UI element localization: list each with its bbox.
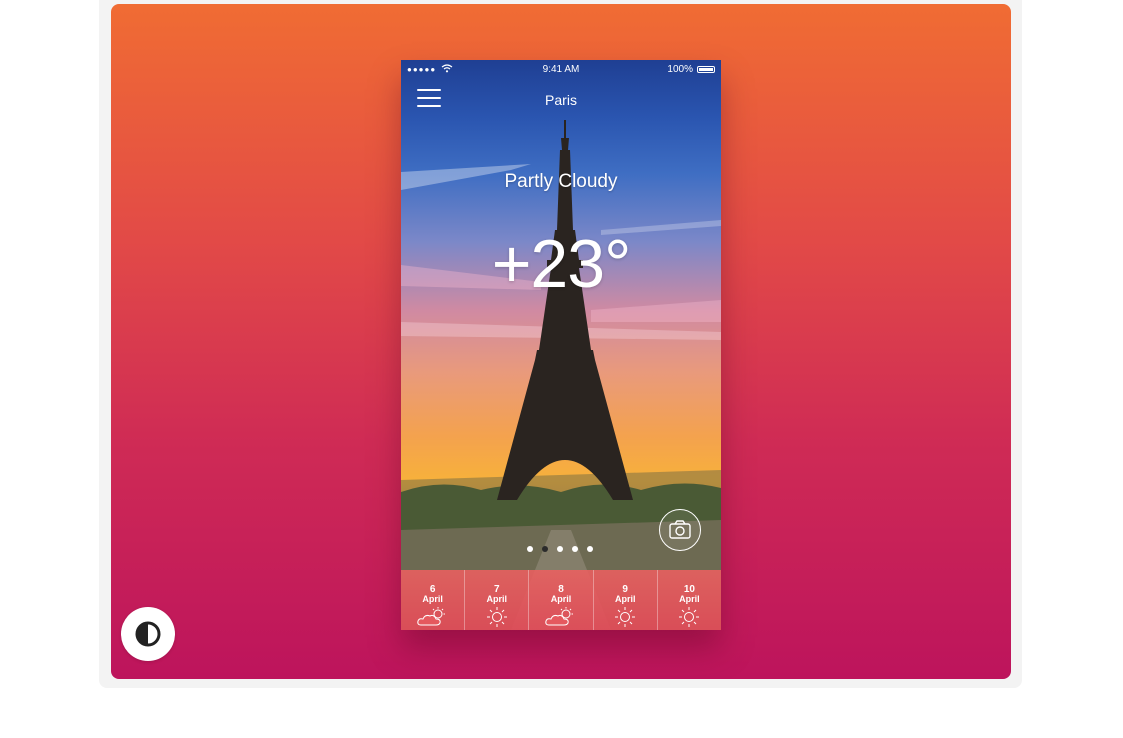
weather-condition: Partly Cloudy [504, 171, 618, 192]
page-dot-active[interactable] [542, 546, 548, 552]
partly-cloudy-icon [545, 607, 573, 626]
sun-icon [486, 607, 507, 627]
forecast-day[interactable]: 10 April [658, 570, 721, 630]
city-title: Paris [545, 92, 577, 108]
camera-icon [669, 520, 691, 539]
page-dot[interactable] [527, 546, 533, 552]
page-dot[interactable] [587, 546, 593, 552]
sun-icon [679, 607, 700, 627]
contrast-icon [135, 621, 161, 647]
forecast-day[interactable]: 7 April [465, 570, 530, 630]
forecast-day[interactable]: 8 April [529, 570, 594, 630]
forecast-month: April [486, 594, 508, 604]
forecast-month: April [614, 594, 636, 604]
page-dot[interactable] [572, 546, 578, 552]
page-dot[interactable] [557, 546, 563, 552]
battery-icon [697, 66, 715, 73]
battery-percent: 100% [667, 64, 693, 75]
forecast-day[interactable]: 6 April [401, 570, 466, 630]
hero-banner: ●●●●● 9:41 AM 100% Paris Partly Cloudy +… [111, 4, 1011, 679]
page-indicator [527, 546, 597, 554]
forecast-month: April [422, 594, 443, 604]
forecast-day[interactable]: 9 April [594, 570, 658, 630]
phone-mockup: ●●●●● 9:41 AM 100% Paris Partly Cloudy +… [401, 60, 721, 630]
partly-cloudy-icon [416, 607, 445, 626]
temperature: +23° [491, 226, 632, 302]
sun-icon [615, 607, 636, 627]
forecast-bar: 6 April 7 April 8 April 9 April 10 April [401, 570, 721, 630]
forecast-month: April [679, 594, 700, 604]
forecast-month: April [550, 594, 572, 604]
camera-button[interactable] [659, 509, 701, 551]
contrast-toggle-button[interactable] [121, 607, 175, 661]
status-bar: ●●●●● 9:41 AM 100% [401, 60, 721, 80]
